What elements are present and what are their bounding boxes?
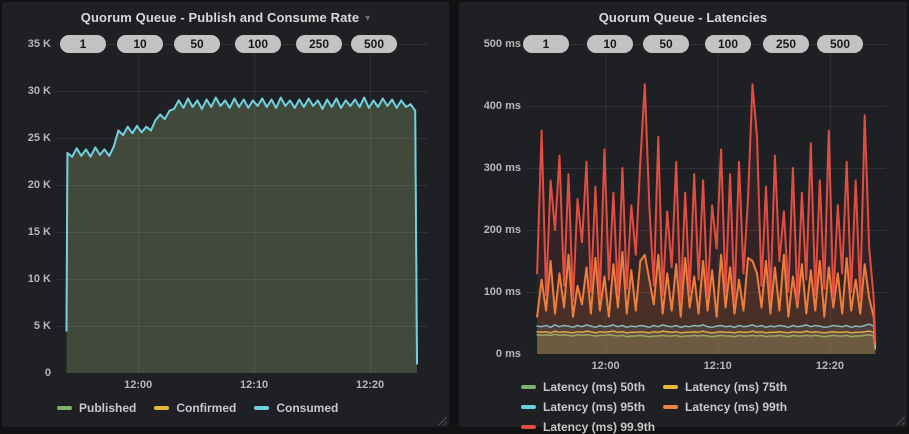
legend-label: Published: [79, 401, 136, 415]
y-axis-tick-label: 0 ms: [471, 348, 521, 360]
legend-color-marker-icon: [254, 406, 269, 410]
annotation-pill[interactable]: 50: [174, 35, 220, 53]
y-axis-tick-label: 20 K: [1, 179, 51, 191]
legend-color-marker-icon: [663, 385, 678, 389]
annotation-pill[interactable]: 500: [817, 35, 863, 53]
panel-resize-handle-icon[interactable]: [895, 415, 905, 425]
panel-menu-caret-icon[interactable]: ▾: [365, 13, 370, 24]
annotation-pill[interactable]: 500: [351, 35, 397, 53]
legend-item[interactable]: Latency (ms) 75th: [663, 380, 787, 394]
legend-label: Consumed: [276, 401, 338, 415]
annotation-pill[interactable]: 50: [643, 35, 689, 53]
y-axis-tick-label: 0: [1, 367, 51, 379]
x-axis-tick-label: 12:20: [340, 379, 400, 391]
legend-color-marker-icon: [521, 385, 536, 389]
annotation-pill[interactable]: 100: [705, 35, 751, 53]
legend-item[interactable]: Latency (ms) 99.9th: [521, 420, 655, 434]
x-axis-tick-label: 12:20: [800, 360, 860, 372]
legend: Published Confirmed Consumed: [57, 401, 338, 415]
legend-item[interactable]: Latency (ms) 99th: [663, 400, 787, 414]
panel-publish-consume-rate: Quorum Queue - Publish and Consume Rate …: [2, 2, 449, 427]
y-axis-tick-label: 200 ms: [471, 224, 521, 236]
annotation-pill[interactable]: 100: [235, 35, 281, 53]
x-axis-tick-label: 12:10: [224, 379, 284, 391]
legend-color-marker-icon: [57, 406, 72, 410]
legend-item[interactable]: Confirmed: [154, 401, 236, 415]
annotation-pill[interactable]: 1: [60, 35, 106, 53]
y-axis-tick-label: 25 K: [1, 132, 51, 144]
legend-item[interactable]: Consumed: [254, 401, 338, 415]
legend-color-marker-icon: [521, 425, 536, 429]
y-axis-tick-label: 10 K: [1, 273, 51, 285]
annotation-pill[interactable]: 1: [523, 35, 569, 53]
y-axis-tick-label: 30 K: [1, 85, 51, 97]
legend-item[interactable]: Latency (ms) 95th: [521, 400, 645, 414]
panel-title: Quorum Queue - Latencies: [599, 10, 768, 25]
legend-item[interactable]: Latency (ms) 50th: [521, 380, 645, 394]
legend-color-marker-icon: [521, 405, 536, 409]
panel-title: Quorum Queue - Publish and Consume Rate: [81, 10, 359, 25]
legend-label: Latency (ms) 99th: [685, 400, 787, 414]
x-axis-tick-label: 12:10: [688, 360, 748, 372]
latency-chart-plot[interactable]: [527, 44, 886, 354]
legend-label: Latency (ms) 50th: [543, 380, 645, 394]
y-axis-tick-label: 100 ms: [471, 286, 521, 298]
y-axis-tick-label: 5 K: [1, 320, 51, 332]
legend-item[interactable]: Published: [57, 401, 136, 415]
y-axis-tick-label: 35 K: [1, 38, 51, 50]
annotation-pill[interactable]: 250: [296, 35, 342, 53]
legend-label: Latency (ms) 95th: [543, 400, 645, 414]
annotation-pill[interactable]: 10: [587, 35, 633, 53]
annotation-pill[interactable]: 10: [117, 35, 163, 53]
y-axis-tick-label: 400 ms: [471, 100, 521, 112]
panel-header[interactable]: Quorum Queue - Latencies: [459, 6, 907, 28]
panel-header[interactable]: Quorum Queue - Publish and Consume Rate …: [2, 6, 449, 28]
legend-label: Latency (ms) 75th: [685, 380, 787, 394]
y-axis-tick-label: 15 K: [1, 226, 51, 238]
legend-color-marker-icon: [154, 406, 169, 410]
x-axis-tick-label: 12:00: [576, 360, 636, 372]
legend-label: Confirmed: [176, 401, 236, 415]
series-area: [67, 98, 418, 373]
y-axis-tick-label: 500 ms: [471, 38, 521, 50]
rate-chart-plot[interactable]: [57, 44, 428, 373]
x-axis-tick-label: 12:00: [108, 379, 168, 391]
y-axis-tick-label: 300 ms: [471, 162, 521, 174]
panel-resize-handle-icon[interactable]: [437, 415, 447, 425]
legend-label: Latency (ms) 99.9th: [543, 420, 655, 434]
legend-color-marker-icon: [663, 405, 678, 409]
legend: Latency (ms) 50th Latency (ms) 75th Latenc…: [521, 380, 909, 434]
annotation-pill[interactable]: 250: [763, 35, 809, 53]
panel-latencies: Quorum Queue - Latencies 1 10 50 100 250 500 …: [459, 2, 907, 427]
